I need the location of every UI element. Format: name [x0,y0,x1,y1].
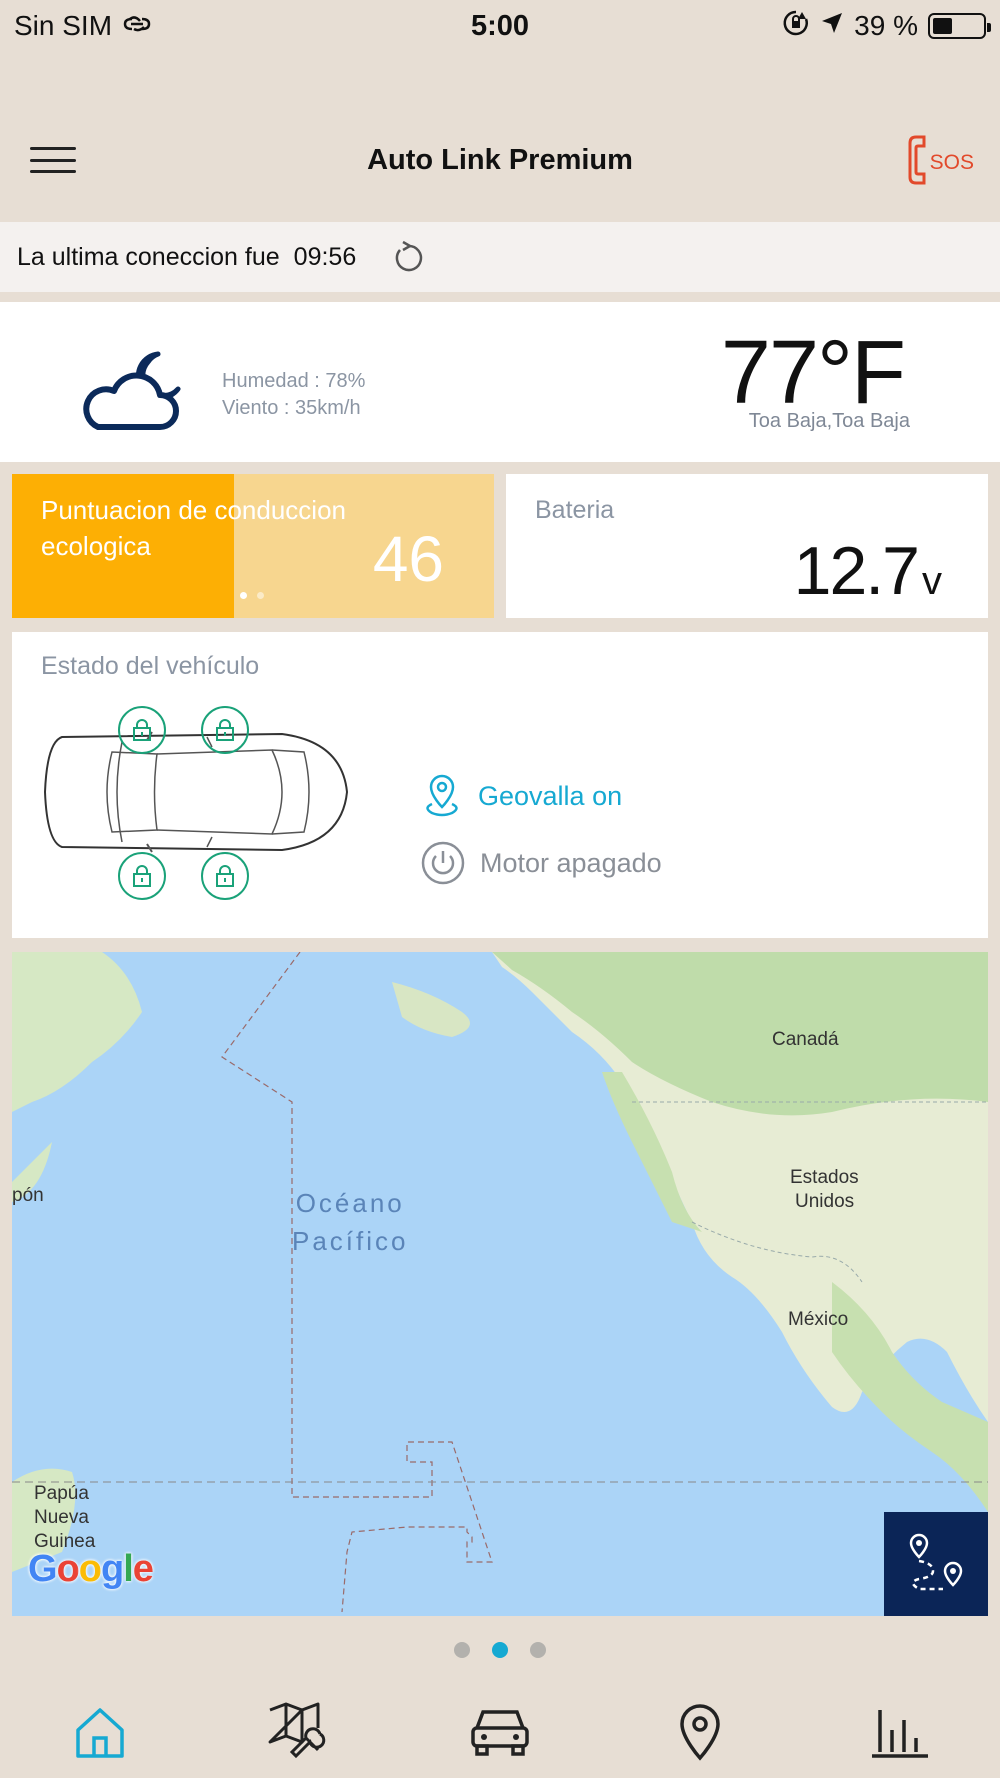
map-label-canada: Canadá [772,1029,839,1050]
weather-location: Toa Baja,Toa Baja [748,410,910,432]
rotation-lock-icon [782,9,810,44]
carrier-label: Sin SIM [14,10,113,41]
bar-chart-icon [872,1710,928,1758]
nav-header: Auto Link Premium SOS [0,100,1000,220]
geofence-pin-icon [426,774,458,817]
geofence-status[interactable]: Geovalla on [420,772,622,820]
refresh-icon[interactable] [390,240,424,274]
tab-statistics[interactable] [860,1692,940,1772]
status-bar: Sin SIM 5:00 39 % [0,0,1000,52]
car-top-view-icon [43,731,349,853]
wind: Viento : 35km/h [222,397,361,419]
map-service-icon [268,1702,326,1759]
location-pin-icon [680,1704,720,1761]
menu-button[interactable] [28,140,78,180]
tab-home[interactable] [60,1692,140,1772]
map-label-pacific: Océano Pacífico [292,1188,409,1256]
location-arrow-icon [820,10,844,42]
route-icon [909,1533,963,1591]
map-label-png: Papúa Nueva Guinea [34,1483,96,1552]
lock-icon-front-right[interactable] [201,706,249,754]
engine-label: Motor apagado [480,847,662,878]
eco-score-card[interactable]: Puntuacion de conduccion ecologica 46 [12,474,494,618]
geofence-label: Geovalla on [478,780,623,811]
map-base [12,952,988,1613]
vehicle-status-card: Estado del vehículo Geovalla on Motor ap… [12,632,988,938]
home-icon [76,1708,124,1758]
battery-card[interactable]: Bateria 12.7 v [506,474,988,618]
battery-level [933,18,952,34]
humidity: Humedad : 78% [222,370,366,392]
link-icon [122,10,152,42]
tab-map-service[interactable] [260,1692,340,1772]
last-connection-bar: La ultima coneccion fue 09:56 [0,222,1000,292]
eco-score-label: Puntuacion de conduccion ecologica [41,495,347,561]
page-dot-2[interactable] [492,1642,508,1658]
map-label-usa-2: Unidos [795,1191,855,1212]
vehicle-status-title: Estado del vehículo [41,652,260,680]
page-indicator [0,1642,1000,1658]
battery-percent: 39 % [854,10,918,41]
lock-icon-front-left[interactable] [118,706,166,754]
battery-label: Bateria [535,496,615,524]
map-label-japan: pón [12,1185,44,1206]
map-label-mexico: México [788,1309,849,1330]
power-icon [421,841,465,885]
battery-unit: v [922,559,942,603]
sos-label: SOS [929,143,974,176]
map-view[interactable]: Canadá Estados Unidos México pón Océano … [12,952,988,1616]
map-label-usa-1: Estados [790,1167,859,1188]
engine-status: Motor apagado [420,840,662,886]
lock-icon-rear-right[interactable] [201,852,249,900]
route-button[interactable] [884,1512,988,1616]
tab-location[interactable] [660,1692,740,1772]
last-connection-label: La ultima coneccion fue [17,242,280,271]
battery-voltage: 12.7 [793,533,920,609]
page-title: Auto Link Premium [367,143,633,176]
page-dot-3[interactable] [530,1642,546,1658]
tab-car[interactable] [460,1692,540,1772]
last-connection-time: 09:56 [293,242,357,271]
eco-score-value: 46 [372,523,444,595]
eco-pager [240,592,264,599]
tab-bar [0,1686,1000,1778]
cloud-moon-icon [78,332,198,437]
car-icon [471,1710,529,1756]
phone-icon [908,135,926,185]
battery-icon [928,13,991,39]
sos-button[interactable]: SOS [906,134,974,186]
lock-icon-rear-left[interactable] [118,852,166,900]
google-logo: Google [28,1548,154,1590]
page-dot-1[interactable] [454,1642,470,1658]
weather-card: Humedad : 78% Viento : 35km/h 77°F Toa B… [0,302,1000,462]
